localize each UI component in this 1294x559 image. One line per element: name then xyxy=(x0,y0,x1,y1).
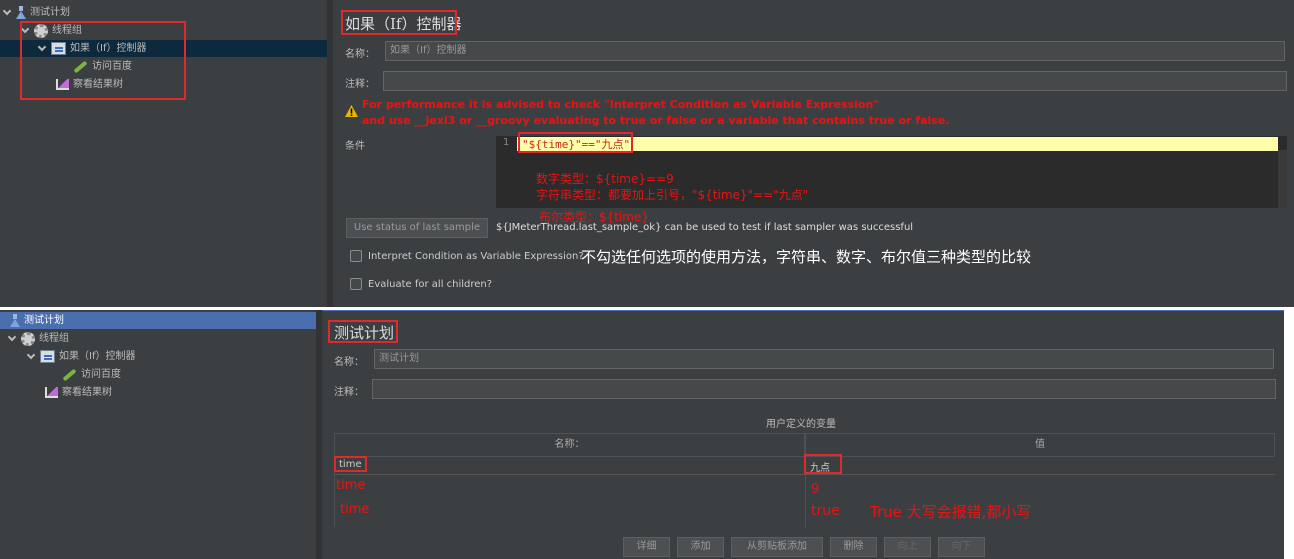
evaluate-all-checkbox[interactable] xyxy=(350,278,362,290)
tree-item-sampler[interactable]: 访问百度 xyxy=(62,366,121,383)
alt-value-1: 9 xyxy=(811,482,820,497)
annotation-box-value xyxy=(804,454,842,474)
annotation-box-name xyxy=(334,456,367,472)
add-button[interactable]: 添加 xyxy=(677,537,724,557)
annotation-box-title xyxy=(328,320,398,343)
test-plan-icon xyxy=(10,314,20,327)
move-down-button[interactable]: 向下 xyxy=(938,537,985,557)
if-controller-icon xyxy=(40,350,55,363)
tree-item-label: 测试计划 xyxy=(30,7,70,18)
interpret-checkbox[interactable] xyxy=(350,250,362,262)
name-label: 名称： xyxy=(345,49,375,60)
name-field[interactable]: 测试计划 xyxy=(374,349,1274,369)
comment-field[interactable] xyxy=(372,379,1276,399)
variables-table-title: 用户定义的变量 xyxy=(766,419,836,430)
chevron-down-icon[interactable] xyxy=(2,6,12,16)
use-status-button[interactable]: Use status of last sample xyxy=(346,218,488,238)
alt-value-2: true xyxy=(811,503,840,519)
test-plan-icon xyxy=(16,6,26,19)
true-case-note: True 大写会报错,都小写 xyxy=(870,503,1032,521)
note-number-type: 数字类型：${time}==9 xyxy=(536,172,674,186)
gear-icon xyxy=(21,331,35,346)
evaluate-all-label[interactable]: Evaluate for all children? xyxy=(368,279,492,290)
editor-scrollbar[interactable] xyxy=(1278,150,1287,208)
annotation-box-condition xyxy=(518,132,633,153)
status-hint: ${JMeterThread.last_sample_ok} can be us… xyxy=(496,222,914,233)
tree-item-label: 测试计划 xyxy=(24,315,64,326)
comment-field[interactable] xyxy=(383,71,1287,91)
add-from-clipboard-button[interactable]: 从剪贴板添加 xyxy=(731,537,823,557)
alt-name-1: time xyxy=(336,478,366,493)
alt-name-2: time xyxy=(340,502,370,517)
name-label: 名称： xyxy=(334,357,364,368)
tree-item-test-plan[interactable]: 测试计划 xyxy=(0,312,316,329)
tree-item-thread-group[interactable]: 线程组 xyxy=(7,330,69,347)
tree-item-test-plan[interactable]: 测试计划 xyxy=(2,4,70,21)
comment-label: 注释： xyxy=(345,79,375,90)
interpret-label[interactable]: Interpret Condition as Variable Expressi… xyxy=(368,251,584,262)
tree-item-label: 察看结果树 xyxy=(62,387,112,398)
tree-item-label: 如果（If）控制器 xyxy=(59,351,136,362)
chart-icon xyxy=(45,387,58,398)
tree-item-if-controller[interactable]: 如果（If）控制器 xyxy=(26,348,136,365)
warning-line-1: For performance it is advised to check "… xyxy=(362,98,880,111)
tree-item-label: 访问百度 xyxy=(81,369,121,380)
condition-label: 条件 xyxy=(345,141,365,152)
annotation-box-title xyxy=(341,10,457,35)
tree-item-label: 线程组 xyxy=(39,333,69,344)
warning-line-2: and use __jexl3 or __groovy evaluating t… xyxy=(362,114,950,127)
note-string-type: 字符串类型：都要加上引号，"${time}"=="九点" xyxy=(536,188,809,202)
comment-label: 注释： xyxy=(334,387,364,398)
chevron-down-icon[interactable] xyxy=(7,332,17,342)
line-number: 1 xyxy=(503,137,510,148)
warning-icon xyxy=(345,105,358,117)
column-header-value[interactable]: 值 xyxy=(805,433,1275,457)
delete-button[interactable]: 删除 xyxy=(830,537,877,557)
detail-button[interactable]: 详细 xyxy=(623,537,670,557)
name-field[interactable]: 如果（If）控制器 xyxy=(385,41,1285,61)
http-sampler-icon xyxy=(62,368,77,381)
interpret-annotation: 不勾选任何选项的使用方法，字符串、数字、布尔值三种类型的比较 xyxy=(581,248,1032,266)
column-header-name[interactable]: 名称： xyxy=(334,433,805,457)
annotation-box-tree xyxy=(20,21,186,100)
chevron-down-icon[interactable] xyxy=(26,350,36,360)
move-up-button[interactable]: 向上 xyxy=(884,537,931,557)
tree-item-listener[interactable]: 察看结果树 xyxy=(45,384,112,401)
